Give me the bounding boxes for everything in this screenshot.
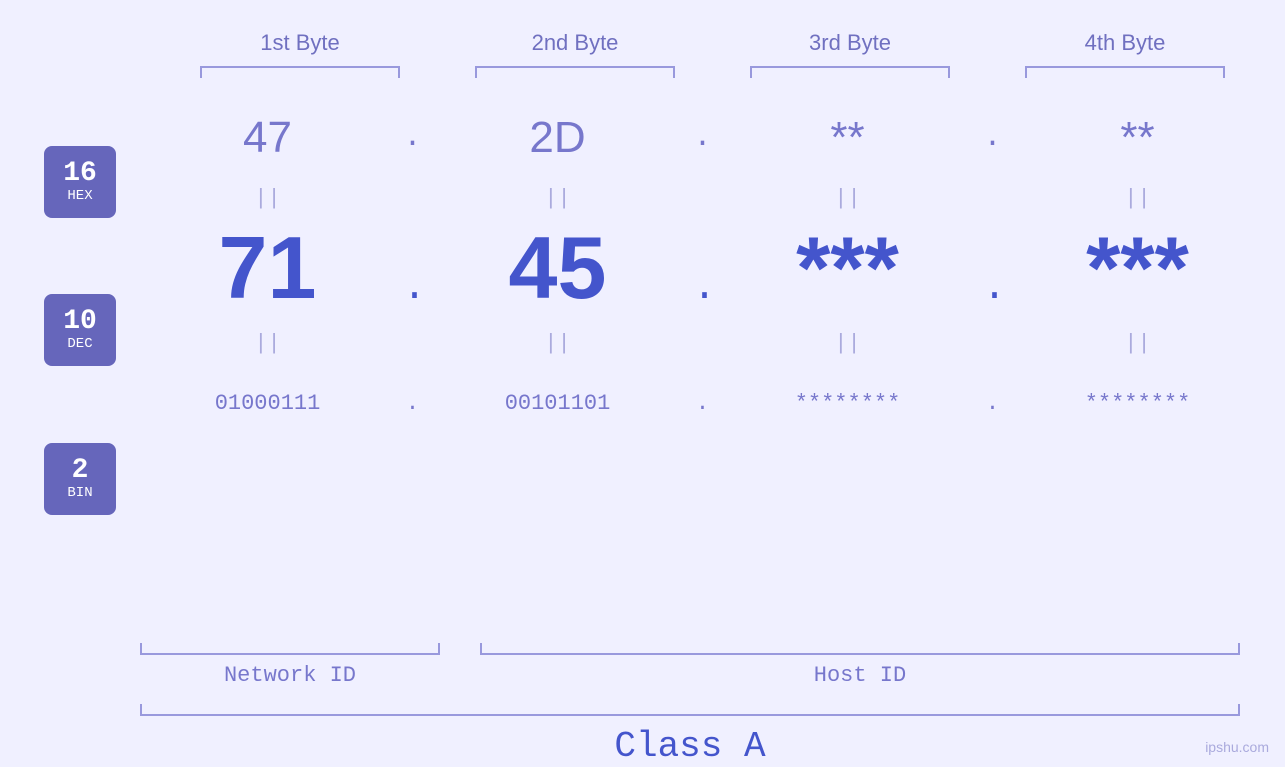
dec-byte2: 45 bbox=[438, 217, 678, 319]
byte4-header: 4th Byte bbox=[1005, 30, 1245, 56]
byte2-header: 2nd Byte bbox=[455, 30, 695, 56]
hex-badge: 16 HEX bbox=[44, 146, 116, 218]
byte3-header: 3rd Byte bbox=[730, 30, 970, 56]
hex-byte3: ** bbox=[728, 113, 968, 163]
bin-badge-number: 2 bbox=[72, 457, 89, 485]
bin-byte1: 01000111 bbox=[148, 391, 388, 416]
dec-badge-number: 10 bbox=[63, 308, 97, 336]
bin-badge-label: BIN bbox=[67, 485, 92, 501]
hex-byte1: 47 bbox=[148, 113, 388, 163]
dec-badge: 10 DEC bbox=[44, 294, 116, 366]
dec-byte3: *** bbox=[728, 217, 968, 319]
bracket-byte1 bbox=[200, 66, 400, 78]
bin-byte2: 00101101 bbox=[438, 391, 678, 416]
hex-dot3: . bbox=[983, 121, 1003, 155]
class-label: Class A bbox=[140, 726, 1240, 767]
bin-badge: 2 BIN bbox=[44, 443, 116, 515]
eq1-b2: || bbox=[438, 186, 678, 211]
bin-dot3: . bbox=[983, 391, 1003, 416]
host-id-bracket bbox=[480, 643, 1240, 655]
values-column: 47 . 2D . ** . ** || || || || 71 bbox=[140, 98, 1285, 633]
hex-badge-number: 16 bbox=[63, 160, 97, 188]
bin-byte3: ******** bbox=[728, 391, 968, 416]
id-brackets bbox=[140, 643, 1240, 655]
dec-badge-label: DEC bbox=[67, 336, 92, 352]
hex-byte2: 2D bbox=[438, 113, 678, 163]
eq2-b1: || bbox=[148, 331, 388, 356]
eq1-b3: || bbox=[728, 186, 968, 211]
bracket-byte2 bbox=[475, 66, 675, 78]
eq2-b2: || bbox=[438, 331, 678, 356]
byte1-header: 1st Byte bbox=[180, 30, 420, 56]
main-grid: 16 HEX 10 DEC 2 BIN 47 . 2D . ** . ** bbox=[0, 98, 1285, 633]
eq2-b3: || bbox=[728, 331, 968, 356]
host-id-label: Host ID bbox=[480, 663, 1240, 688]
bin-dot2: . bbox=[693, 391, 713, 416]
byte-headers: 1st Byte 2nd Byte 3rd Byte 4th Byte bbox=[163, 30, 1263, 56]
bin-byte4: ******** bbox=[1018, 391, 1258, 416]
class-bracket-row bbox=[140, 704, 1240, 716]
hex-dot1: . bbox=[403, 121, 423, 155]
hex-row: 47 . 2D . ** . ** bbox=[140, 98, 1265, 178]
main-container: 1st Byte 2nd Byte 3rd Byte 4th Byte 16 H… bbox=[0, 0, 1285, 767]
badges-column: 16 HEX 10 DEC 2 BIN bbox=[0, 98, 140, 633]
dec-row: 71 . 45 . *** . *** bbox=[140, 218, 1265, 318]
dec-dot3: . bbox=[983, 226, 1003, 311]
hex-badge-label: HEX bbox=[67, 188, 92, 204]
equals-row-1: || || || || bbox=[140, 178, 1265, 218]
class-bracket bbox=[140, 704, 1240, 716]
equals-row-2: || || || || bbox=[140, 318, 1265, 368]
hex-byte4: ** bbox=[1018, 113, 1258, 163]
dec-byte4: *** bbox=[1018, 217, 1258, 319]
dec-byte1: 71 bbox=[148, 217, 388, 319]
bin-dot1: . bbox=[403, 391, 423, 416]
bottom-section: Network ID Host ID Class A bbox=[0, 643, 1285, 767]
watermark: ipshu.com bbox=[1205, 739, 1269, 755]
bracket-byte3 bbox=[750, 66, 950, 78]
id-labels: Network ID Host ID bbox=[140, 663, 1240, 688]
eq2-b4: || bbox=[1018, 331, 1258, 356]
dec-dot1: . bbox=[403, 226, 423, 311]
hex-dot2: . bbox=[693, 121, 713, 155]
eq1-b4: || bbox=[1018, 186, 1258, 211]
top-brackets bbox=[163, 66, 1263, 78]
network-id-label: Network ID bbox=[140, 663, 440, 688]
network-id-bracket bbox=[140, 643, 440, 655]
dec-dot2: . bbox=[693, 226, 713, 311]
eq1-b1: || bbox=[148, 186, 388, 211]
bin-row: 01000111 . 00101101 . ******** . *******… bbox=[140, 368, 1265, 438]
bracket-byte4 bbox=[1025, 66, 1225, 78]
